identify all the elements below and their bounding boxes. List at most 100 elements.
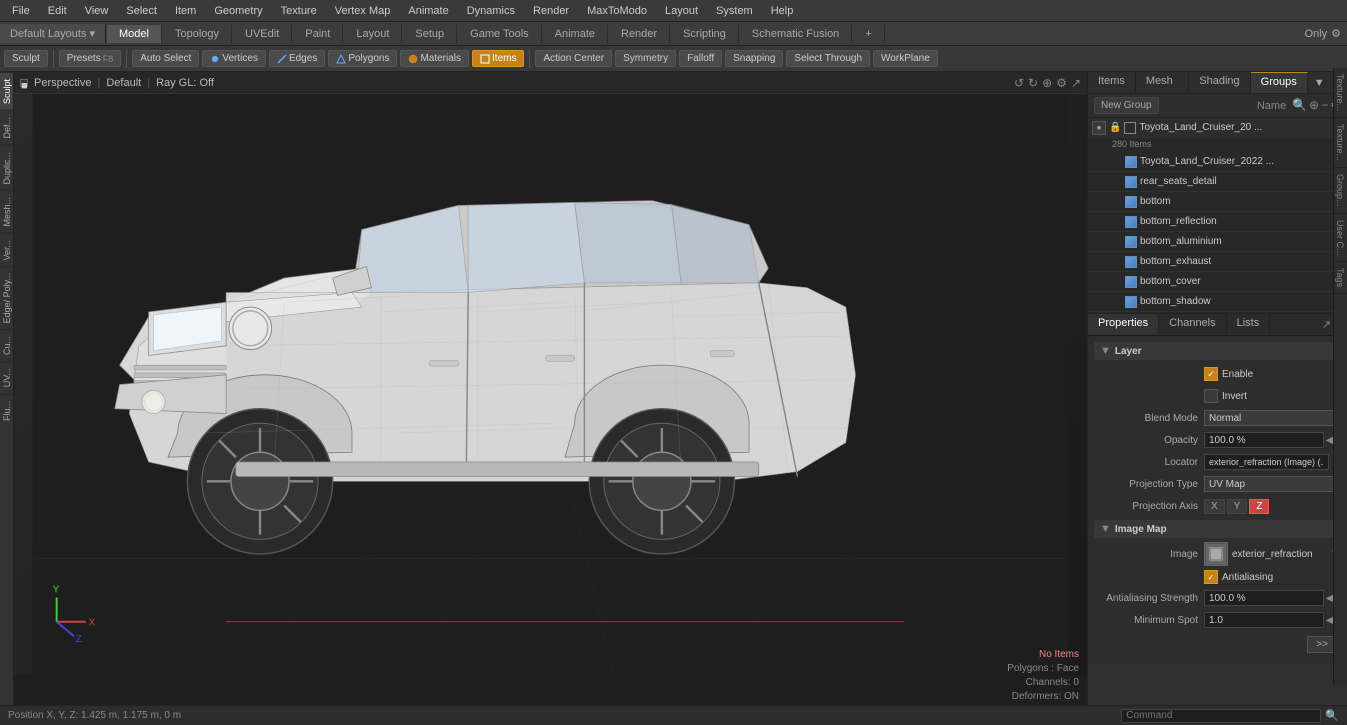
mode-tab-schematic[interactable]: Schematic Fusion	[740, 25, 852, 43]
right-edge-tab-texture2[interactable]: Texture...	[1334, 118, 1347, 168]
props-expand-icon[interactable]: ↗	[1322, 318, 1331, 331]
props-tab-channels[interactable]: Channels	[1159, 314, 1226, 335]
menu-item-select[interactable]: Select	[118, 3, 165, 19]
new-group-button[interactable]: New Group	[1094, 97, 1159, 114]
projection-type-dropdown[interactable]: UV Map	[1204, 476, 1341, 492]
snapping-button[interactable]: Snapping	[725, 50, 783, 67]
right-edge-tab-group[interactable]: Group...	[1334, 168, 1347, 214]
edges-button[interactable]: Edges	[269, 50, 325, 67]
vertices-button[interactable]: Vertices	[202, 50, 266, 67]
only-button[interactable]: Only	[1305, 28, 1328, 40]
blend-mode-dropdown[interactable]: Normal	[1204, 410, 1341, 426]
axis-z-button[interactable]: Z	[1249, 499, 1269, 514]
left-tab-ver[interactable]: Ver...	[0, 233, 13, 267]
left-tab-mesh[interactable]: Mesh...	[0, 190, 13, 233]
left-tab-uv[interactable]: UV...	[0, 361, 13, 393]
locator-input[interactable]	[1204, 454, 1329, 470]
items-button[interactable]: Items	[472, 50, 524, 67]
min-spot-input[interactable]	[1204, 612, 1324, 628]
menu-item-dynamics[interactable]: Dynamics	[459, 3, 523, 19]
command-input[interactable]	[1121, 709, 1321, 723]
car-viewport[interactable]: X Y Z	[14, 94, 1087, 675]
vp-expand-icon[interactable]: ↗	[1071, 76, 1081, 90]
mode-tab-topology[interactable]: Topology	[163, 25, 232, 43]
menu-item-help[interactable]: Help	[763, 3, 802, 19]
layer-section-header[interactable]: ▼ Layer	[1094, 342, 1341, 360]
aa-strength-input[interactable]	[1204, 590, 1324, 606]
menu-item-animate[interactable]: Animate	[400, 3, 456, 19]
list-add-icon[interactable]: ⊕	[1309, 98, 1319, 114]
menu-item-texture[interactable]: Texture	[273, 3, 325, 19]
menu-item-system[interactable]: System	[708, 3, 761, 19]
mode-tab-render[interactable]: Render	[609, 25, 670, 43]
left-tab-duplic[interactable]: Duplic...	[0, 145, 13, 191]
axis-y-button[interactable]: Y	[1227, 499, 1248, 514]
right-tab-shading[interactable]: Shading	[1189, 72, 1250, 93]
list-item-5[interactable]: bottom_exhaust	[1088, 252, 1347, 272]
menu-item-vertexmap[interactable]: Vertex Map	[327, 3, 399, 19]
right-tab-mesh[interactable]: Mesh ...	[1136, 72, 1189, 93]
sculpt-button[interactable]: Sculpt	[4, 50, 48, 67]
view-name-label[interactable]: Perspective	[34, 77, 91, 89]
left-tab-sculpt[interactable]: Sculpt	[0, 72, 13, 110]
vp-settings-icon[interactable]: ⚙	[1056, 76, 1067, 90]
menu-item-view[interactable]: View	[77, 3, 117, 19]
right-edge-tab-userc[interactable]: User C...	[1334, 214, 1347, 263]
menu-item-maxtomodo[interactable]: MaxToModo	[579, 3, 655, 19]
viewport[interactable]: ■ Perspective | Default | Ray GL: Off ↺ …	[14, 72, 1087, 705]
list-item-6[interactable]: bottom_cover	[1088, 272, 1347, 292]
left-tab-edge-poly[interactable]: Edge/ Poly...	[0, 266, 13, 329]
parent-visibility[interactable]: ●	[1092, 121, 1106, 135]
list-item-1[interactable]: rear_seats_detail	[1088, 172, 1347, 192]
symmetry-button[interactable]: Symmetry	[615, 50, 676, 67]
render-mode-label[interactable]: Ray GL: Off	[156, 77, 214, 89]
menu-item-item[interactable]: Item	[167, 3, 204, 19]
parent-group-item[interactable]: ● 🔒 Toyota_Land_Cruiser_20 ...	[1088, 118, 1347, 138]
left-tab-def[interactable]: Def...	[0, 110, 13, 145]
auto-select-button[interactable]: Auto Select	[132, 50, 199, 67]
layout-name-label[interactable]: Default	[106, 77, 141, 89]
select-through-button[interactable]: Select Through	[786, 50, 870, 67]
vp-zoom-icon[interactable]: ⊕	[1042, 76, 1052, 90]
left-tab-cu[interactable]: Cu...	[0, 329, 13, 361]
menu-item-geometry[interactable]: Geometry	[206, 3, 270, 19]
props-tab-lists[interactable]: Lists	[1227, 314, 1271, 335]
enable-checkbox[interactable]: ✓	[1204, 367, 1218, 381]
list-item-3[interactable]: bottom_reflection	[1088, 212, 1347, 232]
action-center-button[interactable]: Action Center	[535, 50, 612, 67]
list-search-icon[interactable]: 🔍	[1292, 98, 1307, 114]
mode-tab-add[interactable]: +	[853, 25, 884, 43]
presets-button[interactable]: Presets F8	[59, 50, 121, 67]
menu-item-layout[interactable]: Layout	[657, 3, 706, 19]
left-tab-flu[interactable]: Flu...	[0, 394, 13, 427]
mode-tab-paint[interactable]: Paint	[293, 25, 343, 43]
layout-dropdown[interactable]: Default Layouts ▾	[0, 24, 106, 43]
mode-tab-gametools[interactable]: Game Tools	[458, 25, 542, 43]
vp-redo-icon[interactable]: ↻	[1028, 76, 1038, 90]
right-edge-tab-texture1[interactable]: Texture...	[1334, 68, 1347, 118]
settings-icon[interactable]: ⚙	[1331, 27, 1341, 40]
list-item-4[interactable]: bottom_aluminium	[1088, 232, 1347, 252]
right-tab-dropdown[interactable]: ▼	[1308, 72, 1331, 93]
list-item-7[interactable]: bottom_shadow	[1088, 292, 1347, 312]
mode-tab-model[interactable]: Model	[107, 25, 162, 43]
polygons-button[interactable]: Polygons	[328, 50, 397, 67]
right-edge-tab-tags[interactable]: Tags	[1334, 262, 1347, 294]
list-item-2[interactable]: bottom	[1088, 192, 1347, 212]
right-tab-items[interactable]: Items	[1088, 72, 1136, 93]
antialiasing-checkbox[interactable]: ✓	[1204, 570, 1218, 584]
opacity-input[interactable]	[1204, 432, 1324, 448]
falloff-button[interactable]: Falloff	[679, 50, 722, 67]
materials-button[interactable]: Materials	[400, 50, 469, 67]
invert-checkbox[interactable]	[1204, 389, 1218, 403]
command-search-icon[interactable]: 🔍	[1325, 709, 1339, 722]
list-item-0[interactable]: Toyota_Land_Cruiser_2022 ...	[1088, 152, 1347, 172]
mode-tab-animate[interactable]: Animate	[543, 25, 608, 43]
list-remove-icon[interactable]: −	[1321, 98, 1328, 114]
menu-item-edit[interactable]: Edit	[40, 3, 75, 19]
vp-undo-icon[interactable]: ↺	[1014, 76, 1024, 90]
mode-tab-uvedit[interactable]: UVEdit	[233, 25, 292, 43]
mode-tab-setup[interactable]: Setup	[403, 25, 457, 43]
mode-tab-scripting[interactable]: Scripting	[671, 25, 739, 43]
image-map-section-header[interactable]: ▼ Image Map	[1094, 520, 1341, 538]
